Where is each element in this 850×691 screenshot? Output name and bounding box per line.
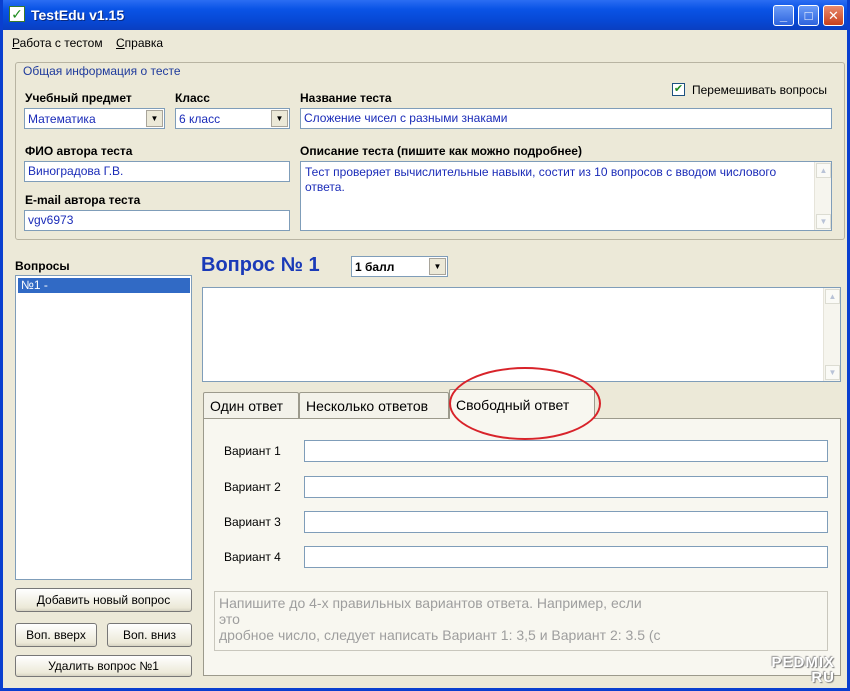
- app-check-icon: ✓: [9, 6, 25, 22]
- dropdown-arrow-icon[interactable]: ▼: [271, 110, 288, 127]
- tab-single-answer[interactable]: Один ответ: [203, 392, 299, 418]
- class-label: Класс: [175, 91, 210, 105]
- question-down-button[interactable]: Воп. вниз: [107, 623, 192, 647]
- class-value: 6 класс: [179, 112, 221, 126]
- dropdown-arrow-icon[interactable]: ▼: [429, 258, 446, 275]
- watermark: PEDMIX RU: [771, 655, 835, 685]
- variant-3-label: Вариант 3: [224, 515, 281, 529]
- shuffle-label[interactable]: Перемешивать вопросы: [692, 83, 827, 97]
- class-select[interactable]: 6 класс ▼: [175, 108, 290, 129]
- shuffle-checkbox[interactable]: ✔: [672, 83, 685, 96]
- variant-3-input[interactable]: [304, 511, 828, 533]
- watermark-line-1: PEDMIX: [771, 654, 835, 671]
- subject-label: Учебный предмет: [25, 91, 132, 105]
- dropdown-arrow-icon[interactable]: ▼: [146, 110, 163, 127]
- test-name-label: Название теста: [300, 91, 392, 105]
- email-label: E-mail автора теста: [25, 193, 141, 207]
- variant-4-input[interactable]: [304, 546, 828, 568]
- description-scrollbar[interactable]: ▲ ▼: [814, 162, 831, 230]
- email-input[interactable]: vgv6973: [24, 210, 290, 231]
- author-input[interactable]: Виноградова Г.В.: [24, 161, 290, 182]
- subject-value: Математика: [28, 112, 96, 126]
- scroll-up-icon[interactable]: ▲: [825, 289, 840, 304]
- scroll-down-icon[interactable]: ▼: [816, 214, 831, 229]
- score-select[interactable]: 1 балл ▼: [351, 256, 448, 277]
- delete-question-button[interactable]: Удалить вопрос №1: [15, 655, 192, 677]
- tab-multiple-answers[interactable]: Несколько ответов: [299, 392, 449, 418]
- answer-hint-text: Напишите до 4-х правильных вариантов отв…: [214, 591, 828, 651]
- app-window: ✓ TestEdu v1.15 _ □ ✕ Работа с тестом Сп…: [0, 0, 850, 691]
- questions-label: Вопросы: [15, 259, 70, 273]
- scroll-down-icon[interactable]: ▼: [825, 365, 840, 380]
- list-item[interactable]: №1 -: [18, 278, 190, 293]
- subject-select[interactable]: Математика ▼: [24, 108, 165, 129]
- variant-2-input[interactable]: [304, 476, 828, 498]
- question-up-button[interactable]: Воп. вверх: [15, 623, 97, 647]
- score-value: 1 балл: [355, 260, 395, 274]
- add-question-button[interactable]: Добавить новый вопрос: [15, 588, 192, 612]
- variant-1-input[interactable]: [304, 440, 828, 462]
- description-text: Тест проверяет вычислительные навыки, со…: [305, 165, 777, 194]
- close-button[interactable]: ✕: [823, 5, 844, 26]
- menu-help[interactable]: Справка: [116, 36, 163, 50]
- description-label: Описание теста (пишите как можно подробн…: [300, 144, 582, 158]
- variant-4-label: Вариант 4: [224, 550, 281, 564]
- minimize-icon: _: [779, 8, 788, 23]
- highlight-circle: [449, 367, 601, 440]
- questions-list[interactable]: №1 -: [15, 275, 192, 580]
- question-scrollbar[interactable]: ▲ ▼: [823, 288, 840, 381]
- menu-test-work[interactable]: Работа с тестом: [12, 36, 103, 50]
- variant-1-label: Вариант 1: [224, 444, 281, 458]
- author-label: ФИО автора теста: [25, 144, 133, 158]
- menu-bar: Работа с тестом Справка: [3, 32, 847, 54]
- description-textarea[interactable]: Тест проверяет вычислительные навыки, со…: [300, 161, 832, 231]
- minimize-button[interactable]: _: [773, 5, 794, 26]
- test-name-input[interactable]: Сложение чисел с разными знаками: [300, 108, 832, 129]
- maximize-button[interactable]: □: [798, 5, 819, 26]
- window-title: TestEdu v1.15: [31, 7, 125, 23]
- watermark-line-2: RU: [811, 669, 835, 686]
- close-icon: ✕: [828, 8, 839, 23]
- title-bar[interactable]: ✓ TestEdu v1.15 _ □ ✕: [3, 0, 847, 30]
- scroll-up-icon[interactable]: ▲: [816, 163, 831, 178]
- maximize-icon: □: [804, 8, 813, 23]
- general-info-legend: Общая информация о тесте: [21, 64, 183, 78]
- variant-2-label: Вариант 2: [224, 480, 281, 494]
- question-title: Вопрос № 1: [201, 254, 320, 276]
